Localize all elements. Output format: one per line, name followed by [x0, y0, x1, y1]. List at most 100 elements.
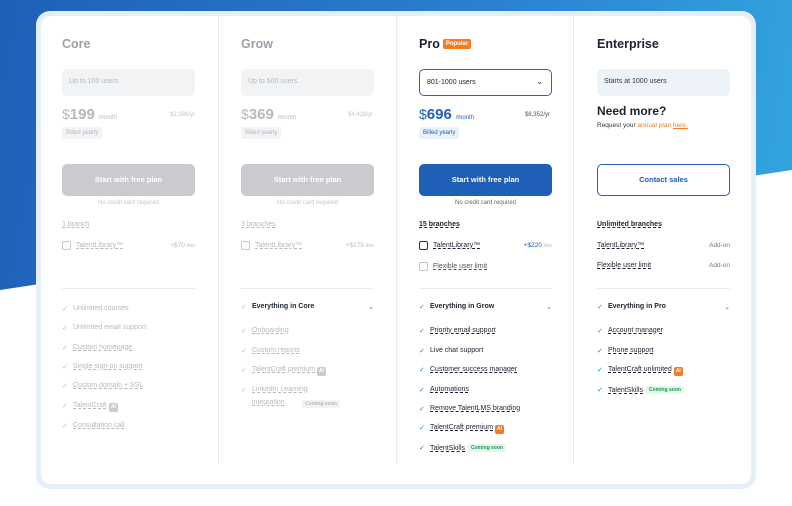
core-price: $199 /month: [62, 106, 118, 123]
need-more-heading: Need more?: [597, 104, 667, 118]
feature-item: ✓ Onboarding: [241, 327, 289, 335]
core-start-free-button[interactable]: Start with free plan: [62, 164, 195, 196]
contact-sales-button[interactable]: Contact sales: [597, 164, 730, 196]
chevron-down-icon: ⌄: [724, 304, 730, 311]
divider: [241, 288, 374, 289]
grow-no-cc-note: No credit card required: [276, 200, 339, 206]
core-addon-talentlibrary[interactable]: TalentLibrary™ +$70 /mo: [62, 241, 195, 253]
addon-label: TalentLibrary™: [597, 242, 645, 249]
ai-icon: AI: [495, 425, 505, 434]
coming-soon-badge: Coming soon: [302, 400, 340, 408]
check-icon: ✓: [597, 304, 603, 311]
feature-item: ✓ TalentCraft premium AI: [419, 424, 505, 434]
ai-icon: AI: [108, 403, 118, 412]
addon-price: Add-on: [709, 262, 730, 269]
pro-addon-talentlibrary[interactable]: TalentLibrary™ +$220 /mo: [419, 241, 552, 253]
feature-item: ✓ Priority email support: [419, 327, 496, 335]
feature-item: ✓ TalentCraft unlimited AI: [597, 366, 683, 376]
grow-users-field: Up to 500 users: [241, 69, 374, 96]
check-icon: ✓: [62, 306, 68, 313]
check-icon: ✓: [419, 348, 425, 355]
core-billed-badge: Billed yearly: [62, 127, 103, 139]
grow-addon-talentlibrary[interactable]: TalentLibrary™ +$175 /mo: [241, 241, 374, 253]
request-annual-plan: Request your annual plan here.: [597, 122, 688, 129]
check-icon: ✓: [62, 364, 68, 371]
checkbox[interactable]: [419, 241, 428, 250]
feature-group-toggle[interactable]: ✓ Everything in Core ⌄: [241, 303, 374, 315]
feature-group-toggle[interactable]: ✓ Everything in Pro ⌄: [597, 303, 730, 315]
check-icon: ✓: [241, 304, 247, 311]
feature-item: ✓ LinkedIn Learning: [241, 386, 308, 394]
plan-name-grow: Grow: [241, 37, 273, 51]
checkbox[interactable]: [419, 262, 428, 271]
divider: [62, 288, 195, 289]
addon-label: TalentLibrary™: [433, 242, 481, 249]
check-icon: ✓: [597, 387, 603, 394]
addon-label: Flexible user limit: [433, 263, 488, 270]
feature-item: ✓ Custom domain + SSL: [62, 382, 144, 390]
ai-icon: AI: [673, 367, 683, 376]
grow-billed-badge: Billed yearly: [241, 127, 282, 139]
feature-item: ✓ Consultation call: [62, 422, 125, 430]
feature-item: ✓ Remove TalentLMS branding: [419, 405, 521, 413]
pro-start-free-button[interactable]: Start with free plan: [419, 164, 552, 196]
addon-label: Flexible user limit: [597, 262, 652, 269]
grow-branches: 3 branches: [241, 221, 276, 228]
check-icon: ✓: [62, 383, 68, 390]
check-icon: ✓: [241, 387, 247, 394]
grow-price: $369 /month: [241, 106, 297, 123]
chevron-down-icon: ⌄: [546, 304, 552, 311]
check-icon: ✓: [241, 328, 247, 335]
feature-group-toggle[interactable]: ✓ Everything in Grow ⌄: [419, 303, 552, 315]
popular-badge: Popular: [442, 39, 472, 49]
check-icon: ✓: [597, 328, 603, 335]
enterprise-addon-flexible-user-limit: Flexible user limit Add-on: [597, 261, 730, 273]
chevron-down-icon: ⌄: [368, 304, 374, 311]
divider: [419, 288, 552, 289]
pro-billed-badge: Billed yearly: [419, 127, 460, 139]
check-icon: ✓: [597, 348, 603, 355]
addon-price: +$70 /mo: [170, 242, 195, 249]
core-branches: 1 branch: [62, 221, 90, 228]
check-icon: ✓: [419, 328, 425, 335]
grow-yearly-price: $4,428/yr: [347, 112, 373, 118]
pro-branches: 15 branches: [419, 221, 460, 228]
divider: [597, 288, 730, 289]
check-icon: ✓: [597, 367, 603, 374]
addon-price: Add-on: [709, 242, 730, 249]
feature-item: ✓ Single sign-on support: [62, 363, 143, 371]
feature-item: ✓ Unlimited email support: [62, 324, 147, 332]
grow-start-free-button[interactable]: Start with free plan: [241, 164, 374, 196]
feature-item: ✓ Custom reports: [241, 347, 300, 355]
check-icon: ✓: [419, 367, 425, 374]
check-icon: ✓: [62, 403, 68, 410]
check-icon: ✓: [419, 425, 425, 432]
checkbox[interactable]: [62, 241, 71, 250]
enterprise-branches: Unlimited branches: [597, 221, 662, 228]
pro-addon-flexible-user-limit[interactable]: Flexible user limit: [419, 262, 552, 274]
core-yearly-price: $2,388/yr: [169, 112, 195, 118]
coming-soon-badge: Coming soon: [468, 444, 506, 452]
enterprise-users-field: Starts at 1000 users: [597, 69, 730, 96]
check-icon: ✓: [62, 423, 68, 430]
check-icon: ✓: [241, 348, 247, 355]
check-icon: ✓: [62, 325, 68, 332]
check-icon: ✓: [241, 367, 247, 374]
pro-yearly-price: $8,352/yr: [524, 112, 550, 118]
pro-no-cc-note: No credit card required: [454, 200, 517, 206]
enterprise-addon-talentlibrary: TalentLibrary™ Add-on: [597, 241, 730, 253]
pro-price: $696 /month: [419, 106, 475, 123]
addon-price: +$220 /mo: [523, 242, 552, 249]
feature-item: ✓ Phone support: [597, 347, 654, 355]
check-icon: ✓: [419, 387, 425, 394]
annual-plan-link[interactable]: here.: [673, 122, 688, 129]
feature-item: ✓ TalentSkills Coming soon: [419, 444, 559, 456]
pro-users-select[interactable]: 801-1000 users ⌄: [419, 69, 552, 96]
feature-item: ✓ Live chat support: [419, 347, 484, 355]
checkbox[interactable]: [241, 241, 250, 250]
plan-name-enterprise: Enterprise: [597, 37, 659, 51]
addon-price: +$175 /mo: [345, 242, 374, 249]
feature-item: ✓ TalentCraft premium AI: [241, 366, 327, 376]
feature-item: integration Coming soon: [241, 399, 381, 411]
addon-label: TalentLibrary™: [76, 242, 124, 249]
